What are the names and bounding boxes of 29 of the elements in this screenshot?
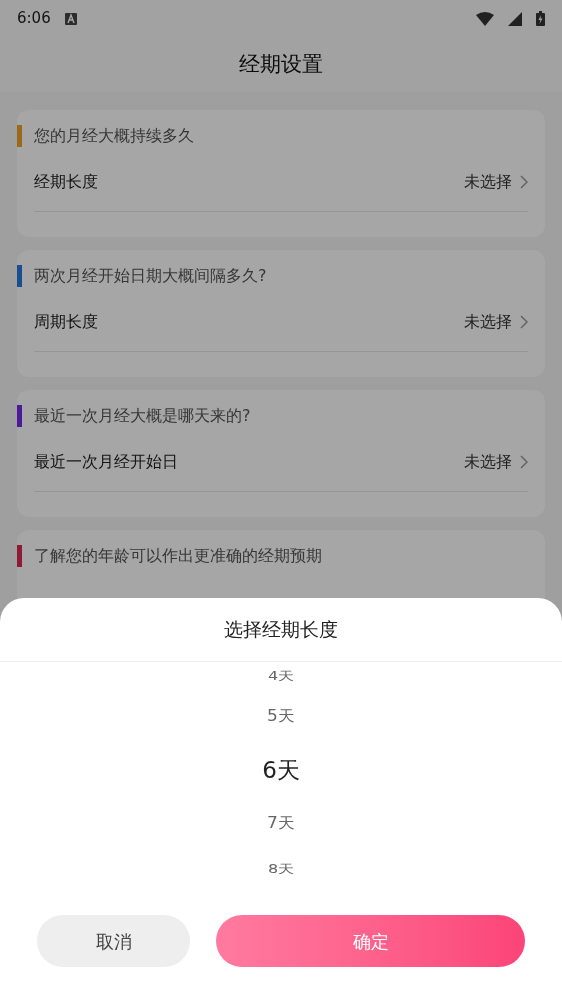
sheet-title: 选择经期长度 bbox=[224, 617, 338, 643]
section-question: 您的月经大概持续多久 bbox=[34, 125, 194, 147]
picker-option[interactable]: 6天 bbox=[262, 752, 300, 788]
picker-option[interactable]: 8天 bbox=[267, 860, 295, 878]
section-question: 最近一次月经大概是哪天来的? bbox=[34, 405, 251, 427]
picker-option[interactable]: 7天 bbox=[267, 812, 295, 836]
chevron-right-icon bbox=[520, 174, 528, 189]
battery-icon bbox=[536, 11, 545, 26]
setting-label: 经期长度 bbox=[34, 170, 99, 193]
setting-row[interactable]: 经期长度 未选择 bbox=[34, 156, 528, 212]
setting-row[interactable]: 最近一次月经开始日 未选择 bbox=[34, 436, 528, 492]
chevron-right-icon bbox=[520, 454, 528, 469]
section-question: 两次月经开始日期大概间隔多久? bbox=[34, 265, 267, 287]
setting-label: 最近一次月经开始日 bbox=[34, 450, 179, 473]
setting-value: 未选择 bbox=[464, 170, 512, 193]
cancel-button[interactable]: 取消 bbox=[37, 915, 190, 967]
signal-icon bbox=[508, 11, 522, 26]
wifi-icon bbox=[476, 11, 494, 26]
setting-row[interactable]: 周期长度 未选择 bbox=[34, 296, 528, 352]
notification-icon bbox=[64, 12, 77, 25]
status-time: 6:06 bbox=[17, 8, 51, 30]
chevron-right-icon bbox=[520, 314, 528, 329]
setting-label: 周期长度 bbox=[34, 310, 99, 333]
section-question: 了解您的年龄可以作出更准确的经期预期 bbox=[34, 545, 322, 567]
setting-value: 未选择 bbox=[464, 450, 512, 473]
page-title: 经期设置 bbox=[239, 50, 323, 78]
picker-option[interactable]: 5天 bbox=[267, 705, 295, 728]
setting-value: 未选择 bbox=[464, 310, 512, 333]
picker-option[interactable]: 4天 bbox=[267, 667, 295, 685]
